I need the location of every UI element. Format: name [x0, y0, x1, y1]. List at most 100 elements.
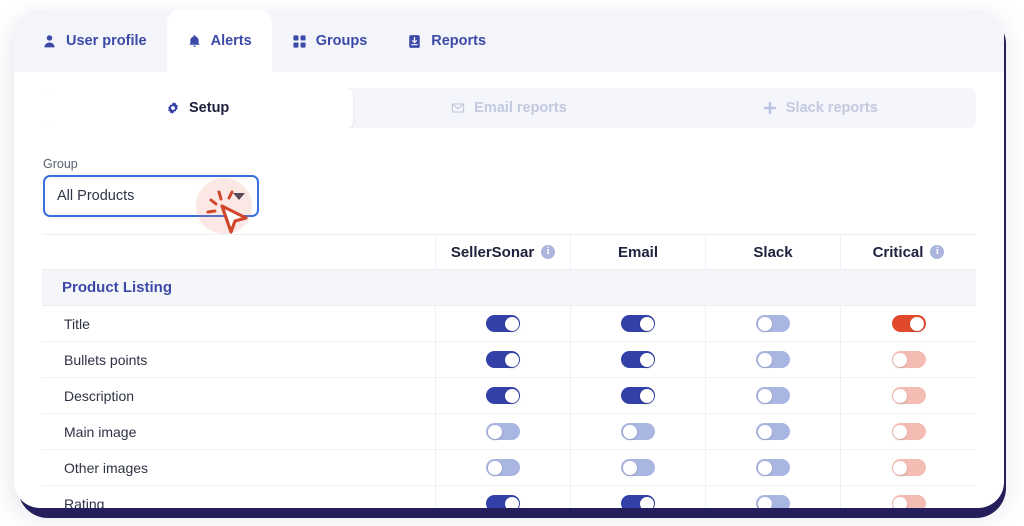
toggle-email[interactable]: [621, 495, 655, 508]
toggle-knob: [639, 388, 654, 403]
row-label: Description: [42, 378, 436, 413]
info-icon[interactable]: i: [541, 245, 556, 259]
toggle-slack[interactable]: [756, 387, 790, 404]
tab-alerts[interactable]: Alerts: [166, 10, 272, 72]
row-label: Main image: [42, 414, 436, 449]
toggle-email[interactable]: [621, 459, 655, 476]
toggle-critical[interactable]: [891, 387, 926, 404]
bell-icon: [187, 34, 202, 49]
toggle-knob: [639, 496, 654, 508]
tab-groups[interactable]: Groups: [272, 10, 388, 72]
cell-slack: [706, 414, 841, 449]
col-label: SellerSonar: [450, 243, 535, 261]
toggle-knob: [757, 316, 772, 331]
toggle-knob: [622, 424, 637, 439]
toggle-knob: [622, 460, 637, 475]
toggle-slack[interactable]: [756, 459, 790, 476]
subtab-strip: Setup Email reports Slack reports: [42, 88, 976, 128]
col-label: Slack: [753, 243, 793, 261]
toggle-knob: [910, 316, 924, 331]
info-icon[interactable]: i: [930, 245, 945, 259]
toggle-sellersonar[interactable]: [486, 387, 520, 404]
toggle-critical[interactable]: [891, 459, 926, 476]
cell-critical: [841, 306, 976, 341]
cell-critical: [841, 342, 976, 377]
subtab-label: Slack reports: [785, 100, 878, 116]
cell-slack: [706, 378, 841, 413]
subtab-label: Setup: [189, 100, 230, 116]
tab-label: User profile: [66, 33, 147, 49]
cell-slack: [706, 450, 841, 485]
tab-reports[interactable]: Reports: [387, 10, 506, 72]
toggle-knob: [893, 424, 907, 439]
toggle-slack[interactable]: [756, 351, 790, 368]
cell-critical: [841, 486, 976, 508]
toggle-email[interactable]: [621, 387, 655, 404]
settings-card: User profile Alerts Groups Reports Setup…: [14, 10, 1004, 508]
toggle-email[interactable]: [621, 423, 655, 440]
table-row: Other images: [42, 450, 976, 486]
toggle-critical[interactable]: [891, 315, 926, 332]
tab-slack-reports[interactable]: Slack reports: [665, 88, 976, 128]
toggle-sellersonar[interactable]: [486, 351, 520, 368]
toggle-knob: [487, 424, 502, 439]
col-label: Email: [617, 243, 659, 261]
tab-user-profile[interactable]: User profile: [22, 10, 167, 72]
tab-email-reports[interactable]: Email reports: [353, 88, 664, 128]
cell-slack: [706, 306, 841, 341]
cell-sellersonar: [436, 450, 571, 485]
toggle-knob: [893, 496, 907, 508]
table-row: Bullets points: [42, 342, 976, 378]
toggle-knob: [504, 352, 519, 367]
toggle-critical[interactable]: [891, 495, 926, 508]
cell-slack: [706, 342, 841, 377]
tab-label: Alerts: [210, 33, 252, 49]
cell-email: [571, 342, 706, 377]
toggle-sellersonar[interactable]: [486, 423, 520, 440]
group-select-value: All Products: [57, 188, 135, 204]
cell-critical: [841, 378, 976, 413]
cell-email: [571, 378, 706, 413]
toggle-sellersonar[interactable]: [486, 315, 520, 332]
toggle-knob: [757, 352, 772, 367]
table-row: Description: [42, 378, 976, 414]
cell-email: [571, 306, 706, 341]
grid-icon: [292, 34, 307, 49]
col-header-sellersonar: SellerSonar i: [436, 235, 571, 269]
subtab-label: Email reports: [474, 100, 567, 116]
toggle-knob: [504, 388, 519, 403]
cell-sellersonar: [436, 378, 571, 413]
tab-setup[interactable]: Setup: [42, 88, 354, 128]
cell-email: [571, 414, 706, 449]
toggle-slack[interactable]: [756, 315, 790, 332]
toggle-knob: [757, 460, 772, 475]
row-label: Rating: [42, 486, 436, 508]
toggle-sellersonar[interactable]: [486, 495, 520, 508]
toggle-email[interactable]: [621, 315, 655, 332]
row-label: Other images: [42, 450, 436, 485]
slack-icon: [763, 101, 777, 115]
gear-icon: [166, 101, 180, 115]
row-label: Title: [42, 306, 436, 341]
toggle-knob: [893, 460, 907, 475]
table-row: Title: [42, 306, 976, 342]
toggle-critical[interactable]: [891, 351, 926, 368]
envelope-icon: [451, 101, 465, 115]
toggle-email[interactable]: [621, 351, 655, 368]
col-header-critical: Critical i: [841, 235, 976, 269]
toggle-knob: [639, 316, 654, 331]
user-icon: [42, 34, 57, 49]
table-body: Title Bullets points Description Main image…: [42, 306, 976, 508]
toggle-sellersonar[interactable]: [486, 459, 520, 476]
main-tabbar: User profile Alerts Groups Reports: [14, 10, 1004, 72]
cell-slack: [706, 486, 841, 508]
toggle-knob: [639, 352, 654, 367]
col-header-email: Email: [571, 235, 706, 269]
toggle-slack[interactable]: [756, 423, 790, 440]
cell-email: [571, 486, 706, 508]
col-header-blank: [42, 235, 436, 269]
toggle-slack[interactable]: [756, 495, 790, 508]
toggle-critical[interactable]: [891, 423, 926, 440]
cell-sellersonar: [436, 342, 571, 377]
group-select[interactable]: All Products: [43, 175, 259, 217]
